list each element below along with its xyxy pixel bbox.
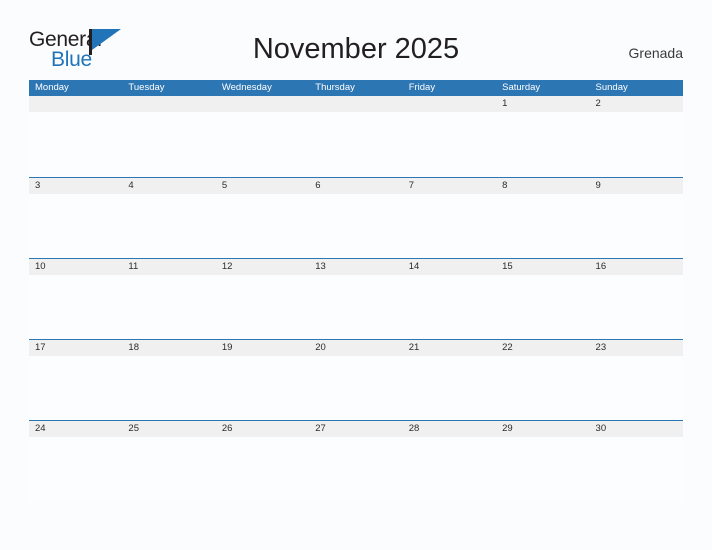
calendar-page: General Blue November 2025 Grenada Monda… <box>0 0 712 550</box>
week-content-area <box>29 356 683 420</box>
day-cell[interactable]: 17 <box>29 340 122 356</box>
weekday-header-sunday: Sunday <box>595 82 628 93</box>
day-cell[interactable]: 8 <box>496 178 589 194</box>
week-row: 1 2 <box>29 96 683 177</box>
week-date-band: 24 25 26 27 28 29 30 <box>29 421 683 437</box>
day-cell[interactable]: 13 <box>309 259 402 275</box>
day-cell[interactable]: 12 <box>216 259 309 275</box>
region-label: Grenada <box>628 45 683 61</box>
day-cell[interactable]: 1 <box>496 96 589 112</box>
day-cell[interactable] <box>122 96 215 112</box>
day-cell[interactable]: 23 <box>590 340 683 356</box>
day-cell[interactable]: 7 <box>403 178 496 194</box>
week-row: 17 18 19 20 21 22 23 <box>29 339 683 420</box>
week-date-band: 17 18 19 20 21 22 23 <box>29 340 683 356</box>
day-cell[interactable]: 19 <box>216 340 309 356</box>
day-cell[interactable]: 29 <box>496 421 589 437</box>
week-row: 24 25 26 27 28 29 30 <box>29 420 683 501</box>
weekday-header-tuesday: Tuesday <box>128 82 165 93</box>
day-cell[interactable]: 28 <box>403 421 496 437</box>
weekday-header-row: Monday Tuesday Wednesday Thursday Friday… <box>29 80 683 96</box>
week-date-band: 1 2 <box>29 96 683 112</box>
page-title: November 2025 <box>252 33 460 65</box>
day-cell[interactable]: 5 <box>216 178 309 194</box>
week-date-band: 10 11 12 13 14 15 16 <box>29 259 683 275</box>
day-cell[interactable]: 20 <box>309 340 402 356</box>
weekday-header-wednesday: Wednesday <box>221 82 272 93</box>
day-cell[interactable]: 15 <box>496 259 589 275</box>
week-content-area <box>29 275 683 339</box>
week-row: 3 4 5 6 7 8 9 <box>29 177 683 258</box>
day-cell[interactable]: 11 <box>122 259 215 275</box>
day-cell[interactable]: 24 <box>29 421 122 437</box>
day-cell[interactable]: 4 <box>122 178 215 194</box>
calendar-grid: Monday Tuesday Wednesday Thursday Friday… <box>29 80 683 501</box>
day-cell[interactable] <box>403 96 496 112</box>
weekday-header-friday: Friday <box>408 82 436 93</box>
day-cell[interactable]: 9 <box>590 178 683 194</box>
day-cell[interactable]: 14 <box>403 259 496 275</box>
week-row: 10 11 12 13 14 15 16 <box>29 258 683 339</box>
weekday-header-saturday: Saturday <box>502 82 541 93</box>
day-cell[interactable]: 26 <box>216 421 309 437</box>
day-cell[interactable]: 27 <box>309 421 402 437</box>
day-cell[interactable]: 30 <box>590 421 683 437</box>
day-cell[interactable]: 10 <box>29 259 122 275</box>
page-header: General Blue November 2025 Grenada <box>0 0 712 78</box>
day-cell[interactable]: 22 <box>496 340 589 356</box>
day-cell[interactable]: 16 <box>590 259 683 275</box>
day-cell[interactable]: 18 <box>122 340 215 356</box>
day-cell[interactable]: 3 <box>29 178 122 194</box>
day-cell[interactable] <box>29 96 122 112</box>
week-content-area <box>29 194 683 258</box>
week-date-band: 3 4 5 6 7 8 9 <box>29 178 683 194</box>
week-content-area <box>29 113 683 177</box>
day-cell[interactable] <box>216 96 309 112</box>
day-cell[interactable]: 25 <box>122 421 215 437</box>
day-cell[interactable]: 6 <box>309 178 402 194</box>
week-content-area <box>29 437 683 501</box>
day-cell[interactable]: 2 <box>590 96 683 112</box>
weekday-header-monday: Monday <box>35 82 69 93</box>
weekday-header-thursday: Thursday <box>315 82 355 93</box>
day-cell[interactable]: 21 <box>403 340 496 356</box>
day-cell[interactable] <box>309 96 402 112</box>
